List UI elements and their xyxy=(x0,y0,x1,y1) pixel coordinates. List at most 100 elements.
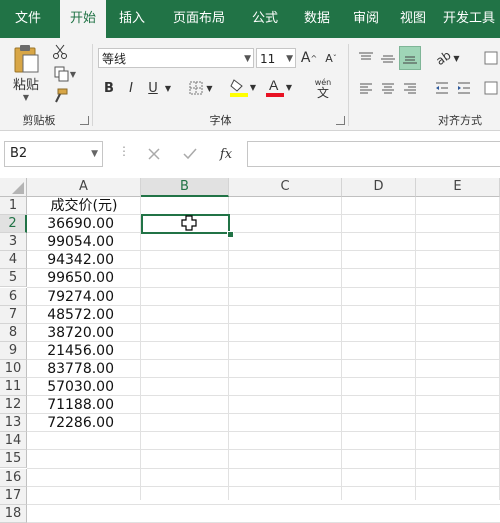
row-header-1[interactable]: 1 xyxy=(0,197,27,216)
column-header-b[interactable]: B xyxy=(141,178,229,197)
top-align-button[interactable] xyxy=(356,48,376,68)
cell-a5[interactable]: 99650.00 xyxy=(27,269,141,287)
row-header-8[interactable]: 8 xyxy=(0,323,27,342)
select-all-triangle-icon xyxy=(12,182,24,194)
cell-a12[interactable]: 71188.00 xyxy=(27,396,141,414)
row-header-15[interactable]: 15 xyxy=(0,450,27,469)
row-header-3[interactable]: 3 xyxy=(0,233,27,252)
format-painter-button[interactable] xyxy=(50,86,70,106)
bottom-align-button[interactable] xyxy=(399,46,421,70)
column-header-e[interactable]: E xyxy=(416,178,500,197)
cell-a11[interactable]: 57030.00 xyxy=(27,378,141,396)
row-header-6[interactable]: 6 xyxy=(0,287,27,306)
italic-button[interactable]: I xyxy=(122,78,140,98)
cancel-entry-button[interactable] xyxy=(144,144,164,164)
row-header-5[interactable]: 5 xyxy=(0,269,27,288)
font-name-value: 等线 xyxy=(102,52,127,66)
insert-function-button[interactable]: fx xyxy=(214,144,238,164)
font-color-button[interactable]: A ▼ xyxy=(264,76,294,98)
decrease-font-size-button[interactable]: Aˇ xyxy=(322,48,340,68)
orientation-button[interactable]: ab ▼ xyxy=(432,48,464,68)
cut-button[interactable] xyxy=(50,42,70,62)
bold-button[interactable]: B xyxy=(100,78,118,98)
ribbon-tab[interactable]: 开发工具 xyxy=(438,0,500,38)
fill-color-button[interactable]: ▼ xyxy=(228,76,258,98)
cell-a6[interactable]: 79274.00 xyxy=(27,288,141,306)
row-header-2[interactable]: 2 xyxy=(0,215,27,234)
cell-a2[interactable]: 36690.00 xyxy=(27,215,141,233)
row-header-17[interactable]: 17 xyxy=(0,486,27,505)
gridline-horizontal xyxy=(27,449,500,451)
column-header-a[interactable]: A xyxy=(27,178,141,197)
ribbon-tab[interactable]: 开始 xyxy=(60,0,106,38)
cell-a3[interactable]: 99054.00 xyxy=(27,233,141,251)
gridline-horizontal xyxy=(27,485,500,487)
cell-a4[interactable]: 94342.00 xyxy=(27,251,141,269)
ribbon-tab[interactable]: 文件 xyxy=(0,0,56,38)
ribbon-tab[interactable]: 插入 xyxy=(110,0,154,38)
fill-handle[interactable] xyxy=(227,231,234,238)
gridline-vertical xyxy=(341,197,342,500)
name-box-value: B2 xyxy=(10,146,28,161)
column-header-d[interactable]: D xyxy=(342,178,416,197)
decrease-indent-button[interactable] xyxy=(432,78,452,98)
underline-dropdown[interactable]: ▼ xyxy=(163,78,173,98)
gridline-vertical xyxy=(228,197,229,500)
ribbon-tab[interactable]: 公式 xyxy=(242,0,288,38)
chevron-down-icon: ▼ xyxy=(244,54,251,64)
phonetic-button[interactable]: wén 文 xyxy=(306,76,340,100)
cell-a13[interactable]: 72286.00 xyxy=(27,414,141,432)
font-color-icon: A xyxy=(265,77,284,97)
ribbon-tab[interactable]: 页面布局 xyxy=(160,0,238,38)
formula-input[interactable] xyxy=(247,141,500,167)
underline-button[interactable]: U xyxy=(144,78,162,98)
wrap-text-button[interactable] xyxy=(482,48,500,68)
gridline-vertical xyxy=(415,197,416,500)
row-header-13[interactable]: 13 xyxy=(0,414,27,433)
row-header-18[interactable]: 18 xyxy=(0,504,27,523)
row-header-9[interactable]: 9 xyxy=(0,341,27,360)
dialog-launcher-icon[interactable] xyxy=(80,116,89,125)
row-header-12[interactable]: 12 xyxy=(0,396,27,415)
decrease-indent-icon xyxy=(436,82,448,94)
align-center-button[interactable] xyxy=(378,78,398,98)
row-header-16[interactable]: 16 xyxy=(0,468,27,487)
copy-button[interactable]: ▼ xyxy=(50,64,80,84)
cell-a10[interactable]: 83778.00 xyxy=(27,360,141,378)
row-header-14[interactable]: 14 xyxy=(0,432,27,451)
borders-button[interactable]: ▼ xyxy=(186,78,216,98)
increase-indent-icon xyxy=(458,82,470,94)
copy-icon xyxy=(54,66,69,82)
column-header-c[interactable]: C xyxy=(229,178,342,197)
chevron-down-icon: ▼ xyxy=(69,69,77,79)
fx-icon: fx xyxy=(219,146,233,162)
ribbon-tab[interactable]: 视图 xyxy=(392,0,434,38)
font-name-combo[interactable]: 等线 ▼ xyxy=(98,48,254,68)
align-right-button[interactable] xyxy=(400,78,420,98)
font-size-combo[interactable]: 11 ▼ xyxy=(256,48,296,68)
row-header-11[interactable]: 11 xyxy=(0,378,27,397)
merge-center-button[interactable] xyxy=(482,78,500,98)
align-top-icon xyxy=(359,52,373,60)
select-all-corner[interactable] xyxy=(0,178,27,197)
middle-align-button[interactable] xyxy=(378,48,398,68)
row-header-10[interactable]: 10 xyxy=(0,359,27,378)
confirm-entry-button[interactable] xyxy=(180,144,200,164)
name-box[interactable]: B2 ▼ xyxy=(4,141,103,167)
row-header-4[interactable]: 4 xyxy=(0,251,27,270)
cell-a7[interactable]: 48572.00 xyxy=(27,306,141,324)
cell-a8[interactable]: 38720.00 xyxy=(27,324,141,342)
ribbon-tab[interactable]: 审阅 xyxy=(346,0,386,38)
group-separator xyxy=(348,44,349,126)
increase-indent-button[interactable] xyxy=(454,78,474,98)
borders-icon xyxy=(189,81,203,95)
dialog-launcher-icon[interactable] xyxy=(336,116,345,125)
cell-a1-header[interactable]: 成交价(元) xyxy=(27,197,141,215)
paint-bucket-icon xyxy=(229,79,248,97)
ribbon-tab[interactable]: 数据 xyxy=(294,0,340,38)
row-header-7[interactable]: 7 xyxy=(0,305,27,324)
cell-a9[interactable]: 21456.00 xyxy=(27,342,141,360)
paste-button[interactable]: 粘贴 ▼ xyxy=(6,42,46,104)
increase-font-size-button[interactable]: A ^ xyxy=(300,48,318,68)
align-left-button[interactable] xyxy=(356,78,376,98)
